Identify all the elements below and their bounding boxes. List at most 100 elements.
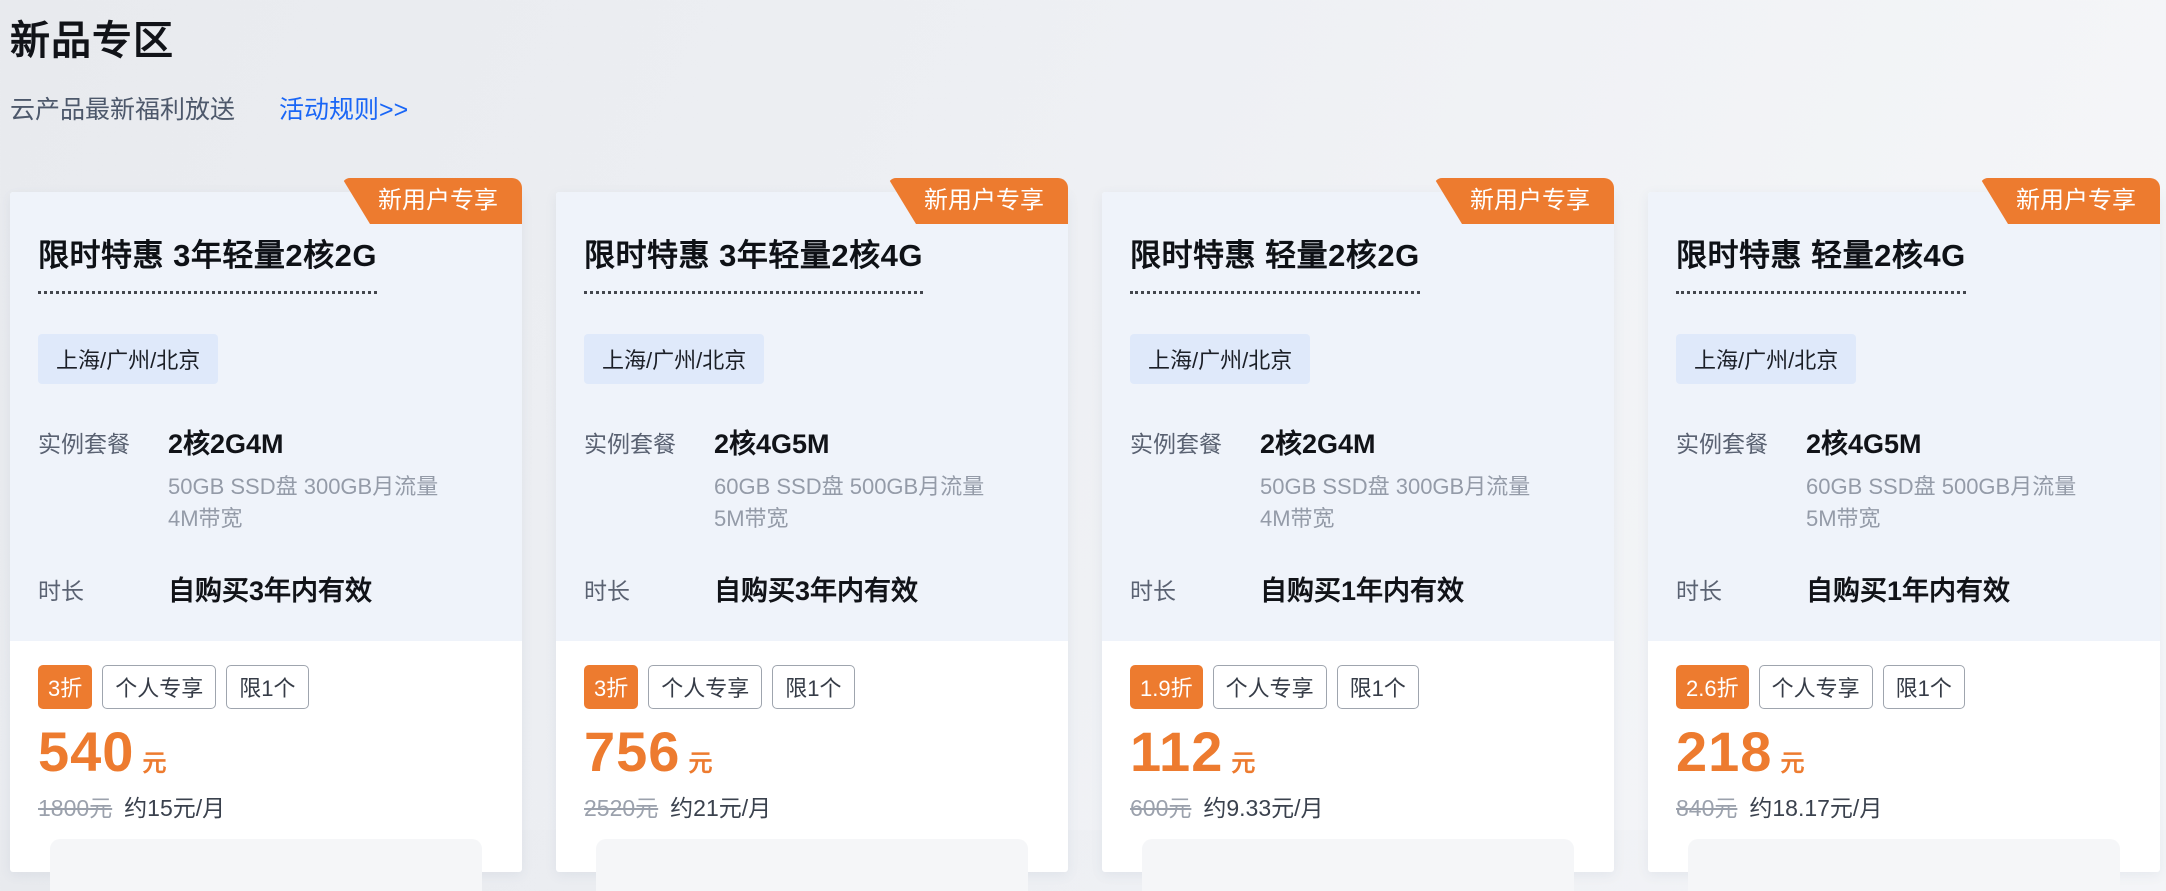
duration-row: 时长 自购买3年内有效 xyxy=(38,569,494,608)
card-info-section: 限时特惠 轻量2核2G 上海/广州/北京 实例套餐 2核2G4M 50GB SS… xyxy=(1102,192,1614,641)
original-price: 2520元 xyxy=(584,789,658,823)
card-info-section: 限时特惠 3年轻量2核4G 上海/广州/北京 实例套餐 2核4G5M 60GB … xyxy=(556,192,1068,641)
region-tag: 上海/广州/北京 xyxy=(1130,334,1310,384)
price-unit: 元 xyxy=(1780,743,1804,778)
price-value: 112 xyxy=(1130,721,1223,783)
badge-row: 3折 个人专享 限1个 xyxy=(584,665,1040,709)
product-card[interactable]: 新用户专享 限时特惠 轻量2核2G 上海/广州/北京 实例套餐 2核2G4M 5… xyxy=(1102,192,1614,872)
new-user-badge: 新用户专享 xyxy=(342,178,522,224)
plan-label: 实例套餐 xyxy=(584,422,714,535)
duration-label: 时长 xyxy=(1676,569,1806,608)
limit-one-tag: 限1个 xyxy=(772,665,854,709)
price-value: 218 xyxy=(1676,721,1772,783)
plan-label: 实例套餐 xyxy=(38,422,168,535)
limit-one-tag: 限1个 xyxy=(1883,665,1965,709)
plan-detail: 2核2G4M 50GB SSD盘 300GB月流量 4M带宽 xyxy=(1260,422,1530,535)
old-price-row: 840元 约18.17元/月 xyxy=(1676,789,2132,823)
card-pricing-section: 3折 个人专享 限1个 756 元 2520元 约21元/月 xyxy=(556,641,1068,891)
price-unit: 元 xyxy=(142,743,166,778)
duration-label: 时长 xyxy=(38,569,168,608)
price-row: 540 元 xyxy=(38,721,494,783)
duration-row: 时长 自购买3年内有效 xyxy=(584,569,1040,608)
per-month-price: 约18.17元/月 xyxy=(1749,789,1882,823)
plan-value: 2核2G4M xyxy=(168,422,438,461)
region-tag: 上海/广州/北京 xyxy=(584,334,764,384)
limit-one-tag: 限1个 xyxy=(226,665,308,709)
buy-button[interactable] xyxy=(1142,839,1574,891)
duration-row: 时长 自购买1年内有效 xyxy=(1130,569,1586,608)
plan-row: 实例套餐 2核4G5M 60GB SSD盘 500GB月流量 5M带宽 xyxy=(1676,422,2132,535)
duration-value: 自购买1年内有效 xyxy=(1260,569,1464,608)
plan-row: 实例套餐 2核2G4M 50GB SSD盘 300GB月流量 4M带宽 xyxy=(1130,422,1586,535)
badge-row: 2.6折 个人专享 限1个 xyxy=(1676,665,2132,709)
plan-description: 50GB SSD盘 300GB月流量 4M带宽 xyxy=(1260,471,1530,535)
plan-desc-line2: 5M带宽 xyxy=(714,503,984,535)
price-value: 756 xyxy=(584,721,680,783)
new-user-badge: 新用户专享 xyxy=(1980,178,2160,224)
original-price: 600元 xyxy=(1130,789,1191,823)
region-tag: 上海/广州/北京 xyxy=(1676,334,1856,384)
plan-description: 60GB SSD盘 500GB月流量 5M带宽 xyxy=(1806,471,2076,535)
buy-button[interactable] xyxy=(596,839,1028,891)
discount-badge: 3折 xyxy=(584,665,638,709)
personal-only-tag: 个人专享 xyxy=(1213,665,1327,709)
personal-only-tag: 个人专享 xyxy=(1759,665,1873,709)
section-header: 新品专区 云产品最新福利放送 活动规则>> xyxy=(0,0,2166,126)
plan-row: 实例套餐 2核4G5M 60GB SSD盘 500GB月流量 5M带宽 xyxy=(584,422,1040,535)
card-title: 限时特惠 轻量2核2G xyxy=(1130,230,1420,294)
duration-label: 时长 xyxy=(584,569,714,608)
plan-detail: 2核4G5M 60GB SSD盘 500GB月流量 5M带宽 xyxy=(714,422,984,535)
duration-value: 自购买3年内有效 xyxy=(714,569,918,608)
card-grid: 新用户专享 限时特惠 3年轻量2核2G 上海/广州/北京 实例套餐 2核2G4M… xyxy=(10,192,2160,872)
badge-row: 3折 个人专享 限1个 xyxy=(38,665,494,709)
plan-detail: 2核2G4M 50GB SSD盘 300GB月流量 4M带宽 xyxy=(168,422,438,535)
card-pricing-section: 3折 个人专享 限1个 540 元 1800元 约15元/月 xyxy=(10,641,522,891)
old-price-row: 1800元 约15元/月 xyxy=(38,789,494,823)
duration-value: 自购买1年内有效 xyxy=(1806,569,2010,608)
activity-rules-link[interactable]: 活动规则>> xyxy=(279,90,408,126)
plan-desc-line1: 60GB SSD盘 500GB月流量 xyxy=(714,471,984,503)
product-card[interactable]: 新用户专享 限时特惠 轻量2核4G 上海/广州/北京 实例套餐 2核4G5M 6… xyxy=(1648,192,2160,872)
price-unit: 元 xyxy=(1231,743,1255,778)
old-price-row: 2520元 约21元/月 xyxy=(584,789,1040,823)
price-row: 218 元 xyxy=(1676,721,2132,783)
new-user-badge: 新用户专享 xyxy=(1434,178,1614,224)
card-info-section: 限时特惠 3年轻量2核2G 上海/广州/北京 实例套餐 2核2G4M 50GB … xyxy=(10,192,522,641)
plan-desc-line2: 5M带宽 xyxy=(1806,503,2076,535)
original-price: 840元 xyxy=(1676,789,1737,823)
plan-desc-line2: 4M带宽 xyxy=(168,503,438,535)
duration-value: 自购买3年内有效 xyxy=(168,569,372,608)
plan-description: 60GB SSD盘 500GB月流量 5M带宽 xyxy=(714,471,984,535)
per-month-price: 约21元/月 xyxy=(670,789,771,823)
price-row: 112 元 xyxy=(1130,721,1586,783)
old-price-row: 600元 约9.33元/月 xyxy=(1130,789,1586,823)
per-month-price: 约9.33元/月 xyxy=(1203,789,1323,823)
price-value: 540 xyxy=(38,721,134,783)
buy-button[interactable] xyxy=(1688,839,2120,891)
plan-row: 实例套餐 2核2G4M 50GB SSD盘 300GB月流量 4M带宽 xyxy=(38,422,494,535)
plan-description: 50GB SSD盘 300GB月流量 4M带宽 xyxy=(168,471,438,535)
subtitle: 云产品最新福利放送 xyxy=(10,90,235,126)
plan-desc-line1: 60GB SSD盘 500GB月流量 xyxy=(1806,471,2076,503)
card-title: 限时特惠 3年轻量2核2G xyxy=(38,230,377,294)
buy-button[interactable] xyxy=(50,839,482,891)
original-price: 1800元 xyxy=(38,789,112,823)
new-user-badge: 新用户专享 xyxy=(888,178,1068,224)
plan-detail: 2核4G5M 60GB SSD盘 500GB月流量 5M带宽 xyxy=(1806,422,2076,535)
plan-value: 2核4G5M xyxy=(1806,422,2076,461)
plan-label: 实例套餐 xyxy=(1130,422,1260,535)
product-card[interactable]: 新用户专享 限时特惠 3年轻量2核2G 上海/广州/北京 实例套餐 2核2G4M… xyxy=(10,192,522,872)
plan-desc-line1: 50GB SSD盘 300GB月流量 xyxy=(1260,471,1530,503)
product-card[interactable]: 新用户专享 限时特惠 3年轻量2核4G 上海/广州/北京 实例套餐 2核4G5M… xyxy=(556,192,1068,872)
card-pricing-section: 2.6折 个人专享 限1个 218 元 840元 约18.17元/月 xyxy=(1648,641,2160,891)
price-row: 756 元 xyxy=(584,721,1040,783)
plan-desc-line1: 50GB SSD盘 300GB月流量 xyxy=(168,471,438,503)
card-title: 限时特惠 3年轻量2核4G xyxy=(584,230,923,294)
page-title: 新品专区 xyxy=(10,8,2166,66)
card-pricing-section: 1.9折 个人专享 限1个 112 元 600元 约9.33元/月 xyxy=(1102,641,1614,891)
region-tag: 上海/广州/北京 xyxy=(38,334,218,384)
subtitle-row: 云产品最新福利放送 活动规则>> xyxy=(10,90,2166,126)
duration-label: 时长 xyxy=(1130,569,1260,608)
plan-desc-line2: 4M带宽 xyxy=(1260,503,1530,535)
personal-only-tag: 个人专享 xyxy=(102,665,216,709)
